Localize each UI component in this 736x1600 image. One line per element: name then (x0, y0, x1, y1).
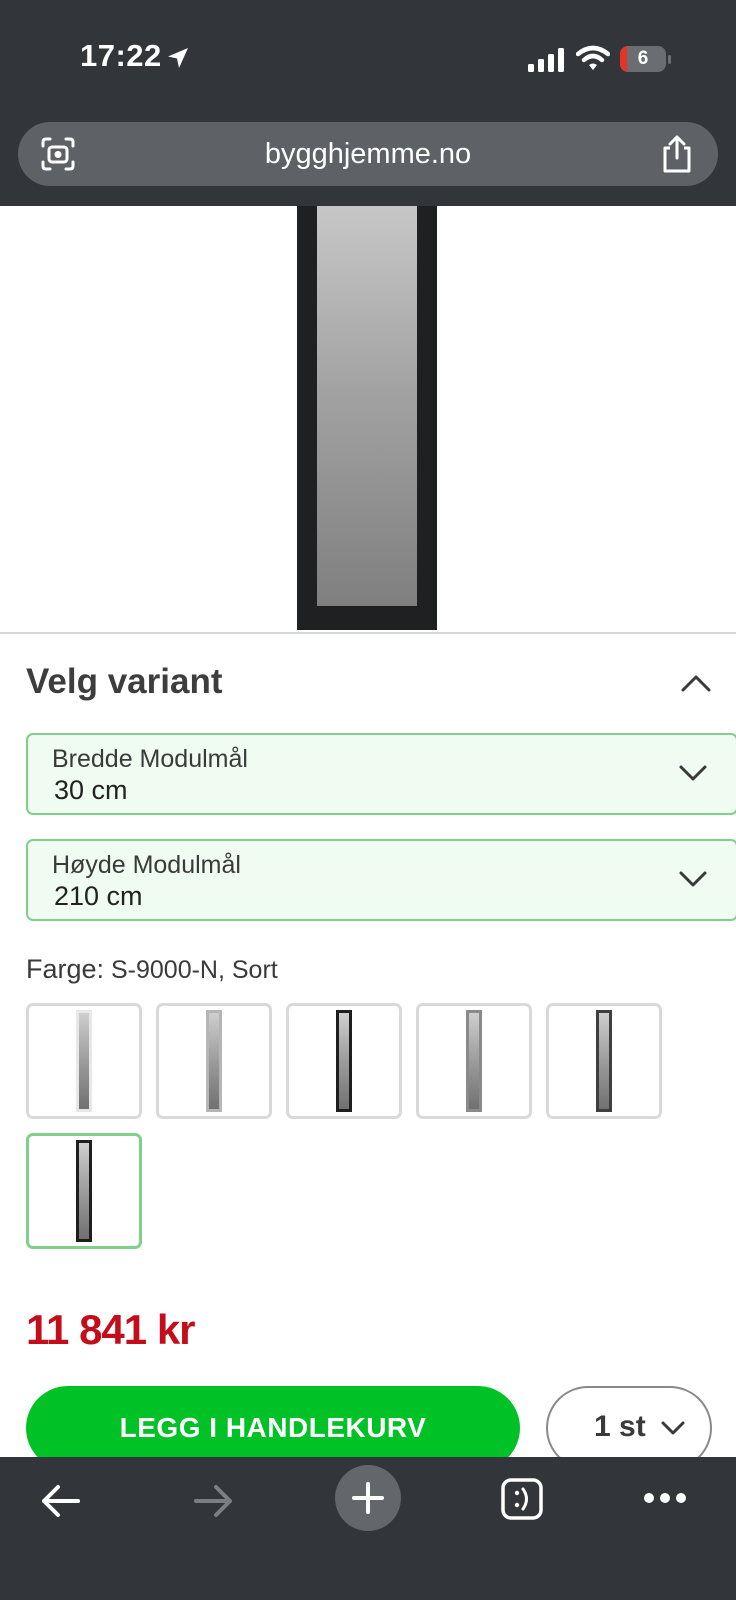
height-select[interactable]: Høyde Modulmål 210 cm (26, 839, 736, 921)
chevron-down-icon (679, 765, 707, 781)
color-value: S-9000-N, Sort (104, 956, 278, 984)
door-glass (317, 206, 417, 606)
color-swatch[interactable] (546, 1003, 662, 1119)
price: 11 841 kr (26, 1306, 196, 1353)
door-frame (297, 206, 437, 630)
status-time: 17:22 (80, 38, 162, 73)
width-select[interactable]: Bredde Modulmål 30 cm (26, 733, 736, 815)
swatch-door-thumbnail (336, 1010, 352, 1112)
swatch-door-thumbnail (76, 1010, 92, 1112)
location-arrow-icon (168, 48, 188, 68)
forward-arrow-icon[interactable] (192, 1481, 236, 1521)
color-swatch[interactable] (416, 1003, 532, 1119)
tabs-icon[interactable] (500, 1477, 544, 1521)
color-swatch[interactable] (156, 1003, 272, 1119)
chevron-down-icon (679, 871, 707, 887)
color-label-text: Farge: (26, 954, 105, 984)
more-icon[interactable] (642, 1491, 688, 1505)
plus-icon (352, 1482, 384, 1514)
status-bar: 17:22 6 (0, 0, 736, 120)
new-tab-button[interactable] (335, 1465, 401, 1531)
signal-icon (528, 48, 564, 72)
product-image[interactable] (0, 206, 736, 634)
share-icon[interactable] (660, 134, 694, 174)
swatch-door-thumbnail (596, 1010, 612, 1112)
battery-icon: 6 (620, 46, 672, 74)
chevron-down-icon (661, 1421, 685, 1435)
back-arrow-icon[interactable] (38, 1481, 82, 1521)
height-select-label: Høyde Modulmål (52, 851, 241, 879)
swatch-door-thumbnail (466, 1010, 482, 1112)
quantity-value: 1 st (594, 1410, 646, 1443)
browser-toolbar (0, 1457, 736, 1600)
height-select-value: 210 cm (54, 881, 143, 911)
wifi-icon (576, 45, 610, 70)
swatch-door-thumbnail (76, 1140, 92, 1242)
width-select-label: Bredde Modulmål (52, 745, 248, 773)
variant-section-title: Velg variant (26, 662, 223, 701)
browser-address-area: bygghjemme.no (0, 120, 736, 206)
width-select-value: 30 cm (54, 775, 128, 805)
color-swatch[interactable] (286, 1003, 402, 1119)
swatch-door-thumbnail (206, 1010, 222, 1112)
color-label: Farge: S-9000-N, Sort (26, 954, 278, 985)
color-swatch[interactable] (26, 1003, 142, 1119)
battery-level: 6 (637, 48, 649, 69)
url-text: bygghjemme.no (264, 138, 472, 170)
color-swatch[interactable] (26, 1133, 142, 1249)
chevron-up-icon[interactable] (678, 668, 714, 696)
address-bar[interactable]: bygghjemme.no (18, 122, 718, 186)
